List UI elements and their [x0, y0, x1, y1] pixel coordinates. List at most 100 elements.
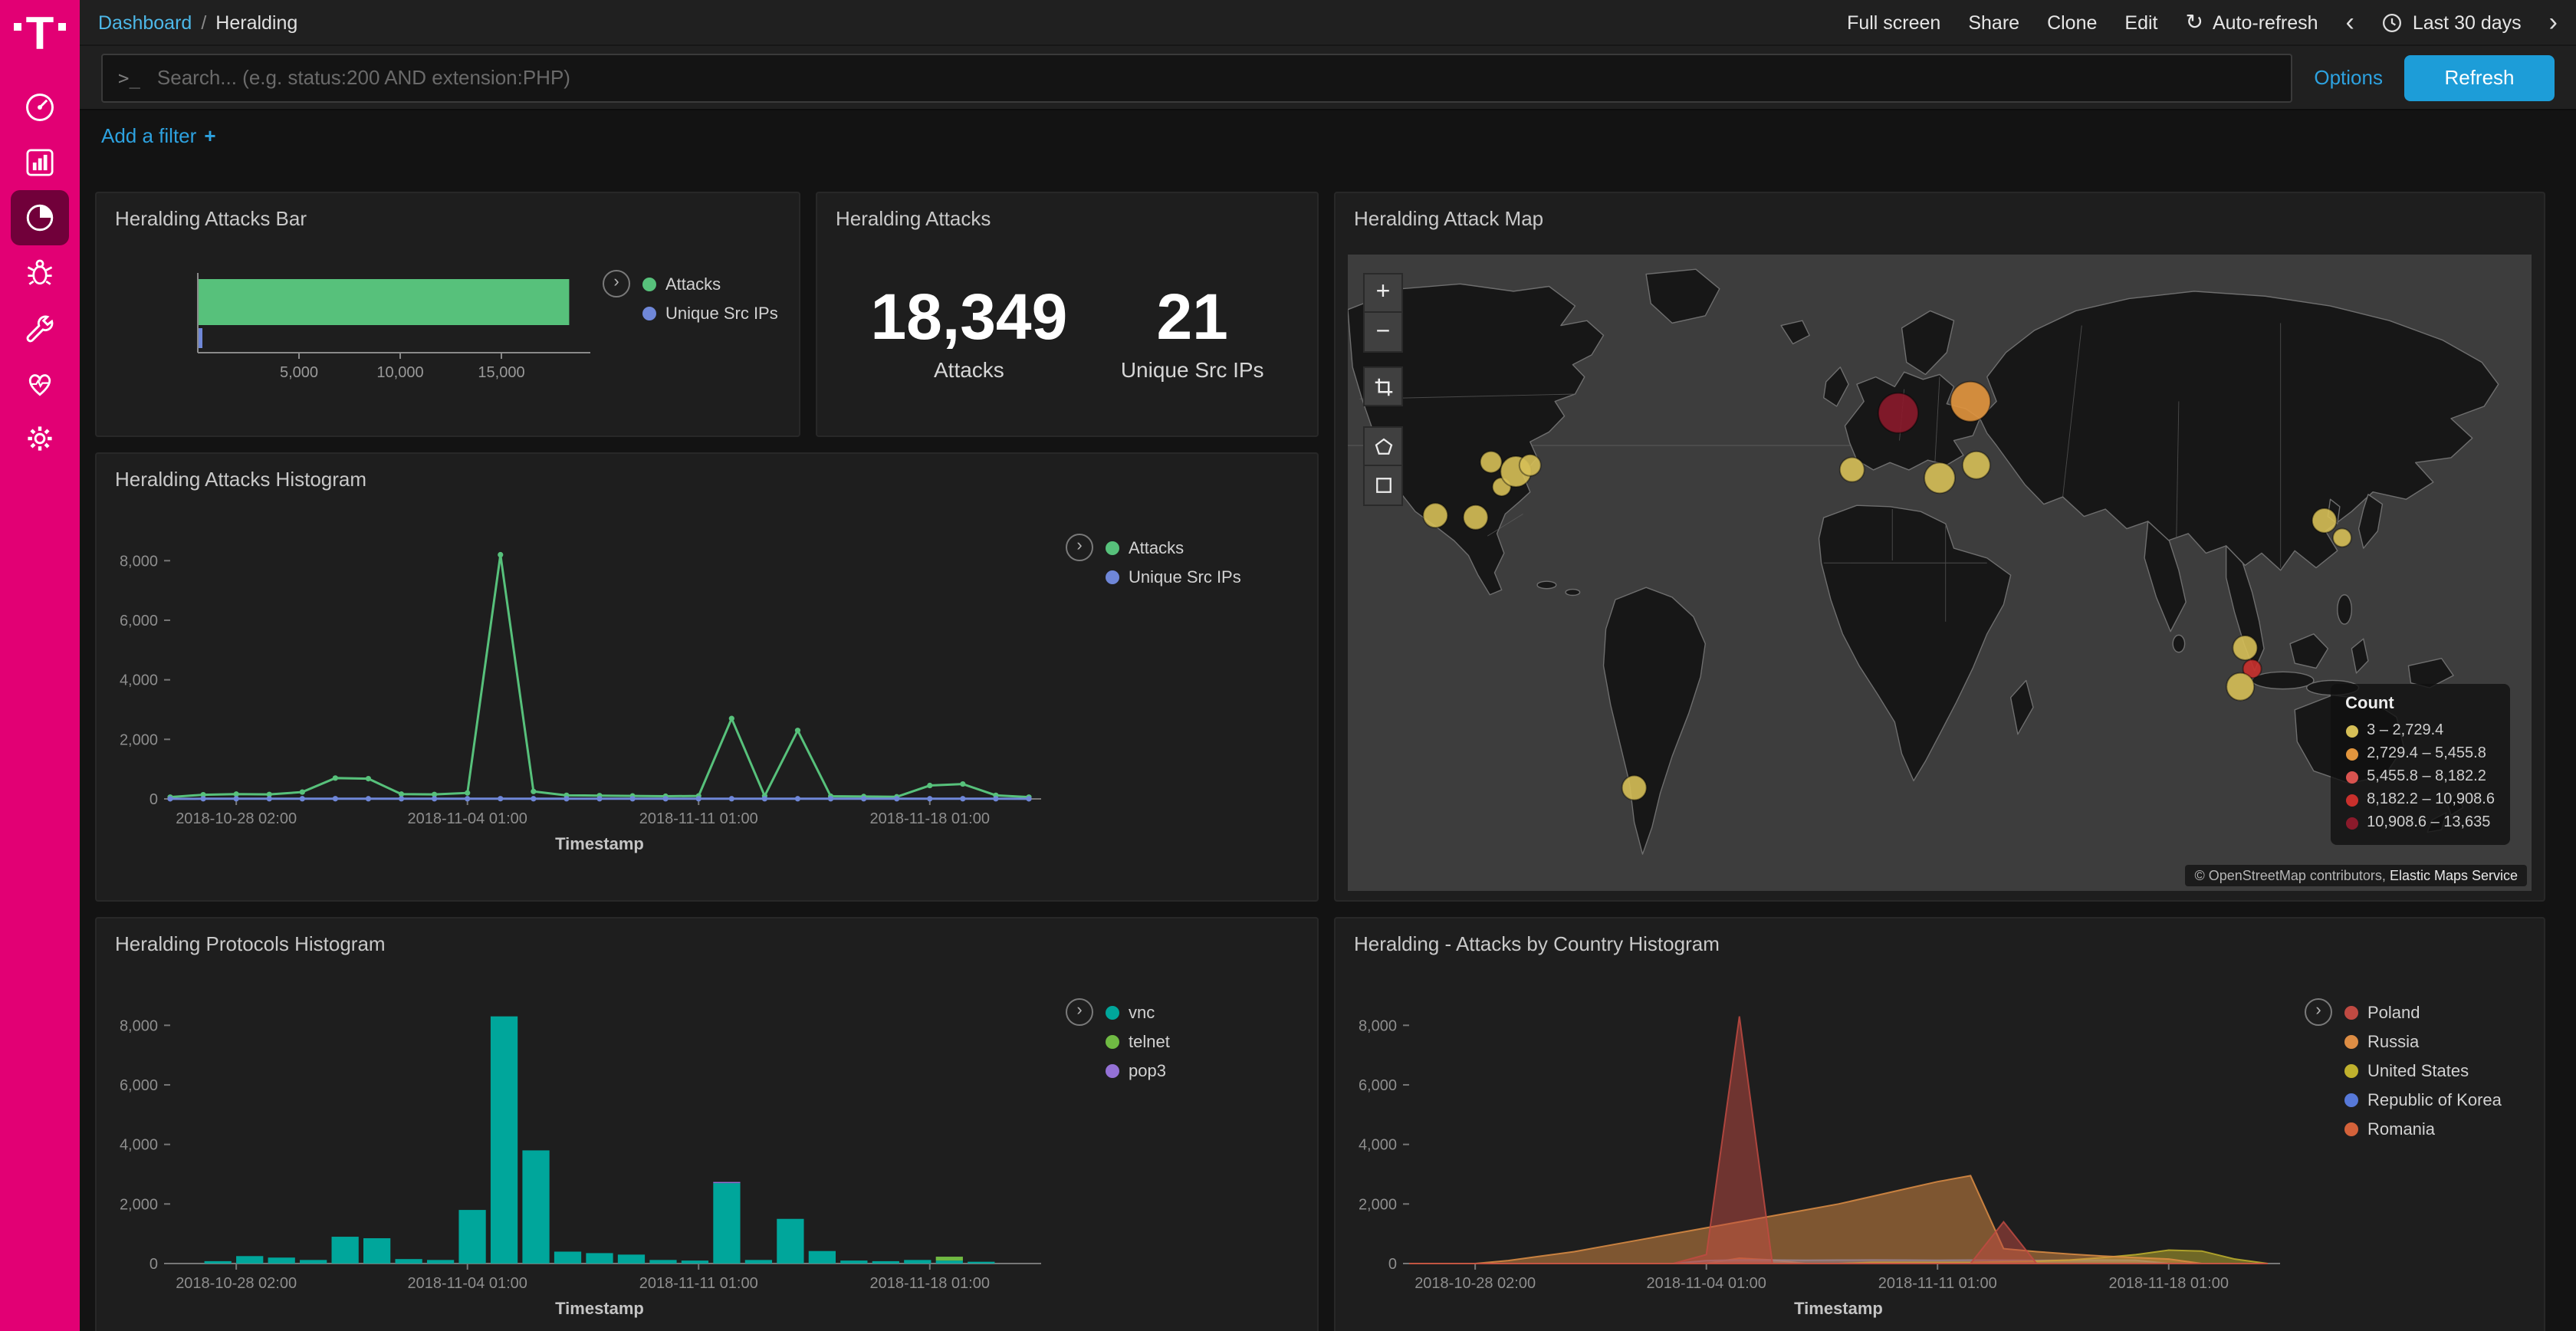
panel-title: Heralding Protocols Histogram: [97, 919, 1317, 955]
legend-collapse-icon[interactable]: ›: [603, 270, 630, 297]
add-filter-plus-icon[interactable]: +: [204, 124, 215, 147]
svg-text:2,000: 2,000: [120, 731, 158, 748]
svg-text:Timestamp: Timestamp: [555, 1299, 644, 1318]
search-box[interactable]: >_: [101, 53, 2292, 102]
panel-heralding-attacks-metric: Heralding Attacks 18,349 Attacks 21 Uniq…: [816, 192, 1319, 437]
legend-collapse-icon[interactable]: ›: [1066, 534, 1093, 561]
attack-marker[interactable]: [1963, 452, 1990, 479]
svg-text:Timestamp: Timestamp: [555, 834, 644, 853]
sidebar-nav: [11, 79, 69, 465]
attack-marker[interactable]: [2333, 528, 2351, 547]
legend-item[interactable]: telnet: [1106, 1027, 1170, 1057]
attack-marker[interactable]: [1520, 455, 1541, 476]
legend-item[interactable]: Republic of Korea: [2344, 1086, 2502, 1115]
map-draw-bounds-button[interactable]: [1363, 466, 1403, 506]
time-back-chevron-icon[interactable]: ‹: [2346, 9, 2354, 35]
osm-attribution[interactable]: © OpenStreetMap contributors,: [2195, 868, 2386, 883]
legend-color-dot: [642, 278, 656, 291]
attack-marker[interactable]: [1423, 503, 1447, 527]
attack-marker[interactable]: [1878, 393, 1918, 433]
full-screen-button[interactable]: Full screen: [1847, 12, 1940, 33]
breadcrumb-dashboard-link[interactable]: Dashboard: [98, 12, 192, 33]
options-link[interactable]: Options: [2314, 66, 2383, 89]
map-fit-bounds-button[interactable]: [1363, 366, 1403, 406]
refresh-button[interactable]: Refresh: [2404, 54, 2555, 100]
sidebar-item-bug[interactable]: [11, 245, 69, 300]
svg-text:2018-11-04 01:00: 2018-11-04 01:00: [1646, 1275, 1766, 1292]
legend-item[interactable]: vnc: [1106, 998, 1170, 1027]
sidebar-item-gear[interactable]: [11, 410, 69, 465]
ems-attribution[interactable]: Elastic Maps Service: [2390, 868, 2518, 883]
svg-text:2018-11-04 01:00: 2018-11-04 01:00: [407, 810, 527, 827]
legend-collapse-icon[interactable]: ›: [2305, 998, 2332, 1026]
auto-refresh-button[interactable]: ↻ Auto-refresh: [2186, 9, 2318, 35]
attack-marker[interactable]: [1950, 382, 1990, 422]
map-legend-item[interactable]: 10,908.6 – 13,635: [2345, 811, 2495, 834]
legend-color-dot: [1106, 1035, 1119, 1049]
map-legend-item[interactable]: 8,182.2 – 10,908.6: [2345, 788, 2495, 811]
legend-color-dot: [2344, 1035, 2358, 1049]
clone-button[interactable]: Clone: [2047, 12, 2097, 33]
legend-item[interactable]: Russia: [2344, 1027, 2502, 1057]
attack-marker[interactable]: [1464, 505, 1488, 530]
bar-chart-icon: [23, 145, 57, 179]
legend-label: United States: [2367, 1062, 2469, 1080]
map-legend-item[interactable]: 2,729.4 – 5,455.8: [2345, 742, 2495, 765]
sidebar-item-heartbeat[interactable]: [11, 355, 69, 410]
map-legend-range: 8,182.2 – 10,908.6: [2367, 791, 2495, 808]
search-input[interactable]: [154, 64, 2275, 90]
legend-collapse-icon[interactable]: ›: [1066, 998, 1093, 1026]
chart-legend: › vnctelnetpop3: [1066, 998, 1170, 1086]
legend-label: Romania: [2367, 1120, 2435, 1139]
attack-marker[interactable]: [2226, 673, 2254, 701]
legend-item[interactable]: pop3: [1106, 1057, 1170, 1086]
time-forward-chevron-icon[interactable]: ›: [2549, 9, 2558, 35]
attack-marker[interactable]: [2233, 636, 2257, 660]
panel-heralding-attack-map: Heralding Attack Map: [1334, 192, 2545, 902]
attack-marker[interactable]: [1480, 452, 1502, 473]
legend-item[interactable]: Unique Src IPs: [1106, 563, 1241, 592]
metric-value: 21: [1121, 282, 1264, 353]
legend-item[interactable]: Unique Src IPs: [642, 299, 778, 328]
legend-color-dot: [1106, 541, 1119, 555]
time-range-picker[interactable]: Last 30 days: [2382, 12, 2522, 33]
map-draw-polygon-button[interactable]: [1363, 426, 1403, 466]
legend-list: vnctelnetpop3: [1106, 998, 1170, 1086]
legend-color-dot: [2344, 1006, 2358, 1020]
svg-text:2018-10-28 02:00: 2018-10-28 02:00: [176, 1275, 297, 1292]
add-filter-link[interactable]: Add a filter: [101, 124, 196, 147]
svg-text:2018-11-04 01:00: 2018-11-04 01:00: [407, 1275, 527, 1292]
legend-item[interactable]: Poland: [2344, 998, 2502, 1027]
chart-legend: › AttacksUnique Src IPs: [603, 270, 778, 328]
world-map-canvas[interactable]: + −: [1348, 255, 2532, 891]
attack-marker[interactable]: [1924, 462, 1955, 493]
legend-item[interactable]: United States: [2344, 1057, 2502, 1086]
legend-item[interactable]: Romania: [2344, 1115, 2502, 1144]
attack-marker[interactable]: [2312, 508, 2337, 533]
svg-text:0: 0: [150, 1256, 158, 1273]
panel-title: Heralding - Attacks by Country Histogram: [1336, 919, 2544, 955]
share-button[interactable]: Share: [1968, 12, 2019, 33]
map-legend-item[interactable]: 5,455.8 – 8,182.2: [2345, 765, 2495, 788]
telekom-logo[interactable]: T: [15, 15, 66, 54]
logo-dot: [58, 23, 65, 30]
edit-button[interactable]: Edit: [2124, 12, 2157, 33]
attack-marker[interactable]: [1840, 458, 1865, 482]
legend-item[interactable]: Attacks: [642, 270, 778, 299]
map-zoom-in-button[interactable]: +: [1363, 273, 1403, 313]
panel-heralding-attacks-bar: Heralding Attacks Bar 5,00010,00015,000 …: [95, 192, 800, 437]
sidebar-item-bar-chart[interactable]: [11, 134, 69, 189]
polygon-icon: [1372, 435, 1395, 458]
attack-marker[interactable]: [1622, 776, 1647, 800]
metric-attacks: 18,349 Attacks: [870, 282, 1067, 382]
map-legend-item[interactable]: 3 – 2,729.4: [2345, 719, 2495, 742]
sidebar-item-pie-chart[interactable]: [11, 189, 69, 245]
sidebar-item-wrench[interactable]: [11, 300, 69, 355]
svg-text:0: 0: [1388, 1256, 1397, 1273]
legend-list: AttacksUnique Src IPs: [1106, 534, 1241, 592]
map-zoom-out-button[interactable]: −: [1363, 313, 1403, 353]
gear-icon: [23, 421, 57, 455]
sidebar-item-gauge[interactable]: [11, 79, 69, 134]
legend-item[interactable]: Attacks: [1106, 534, 1241, 563]
chart-legend: › AttacksUnique Src IPs: [1066, 534, 1241, 592]
